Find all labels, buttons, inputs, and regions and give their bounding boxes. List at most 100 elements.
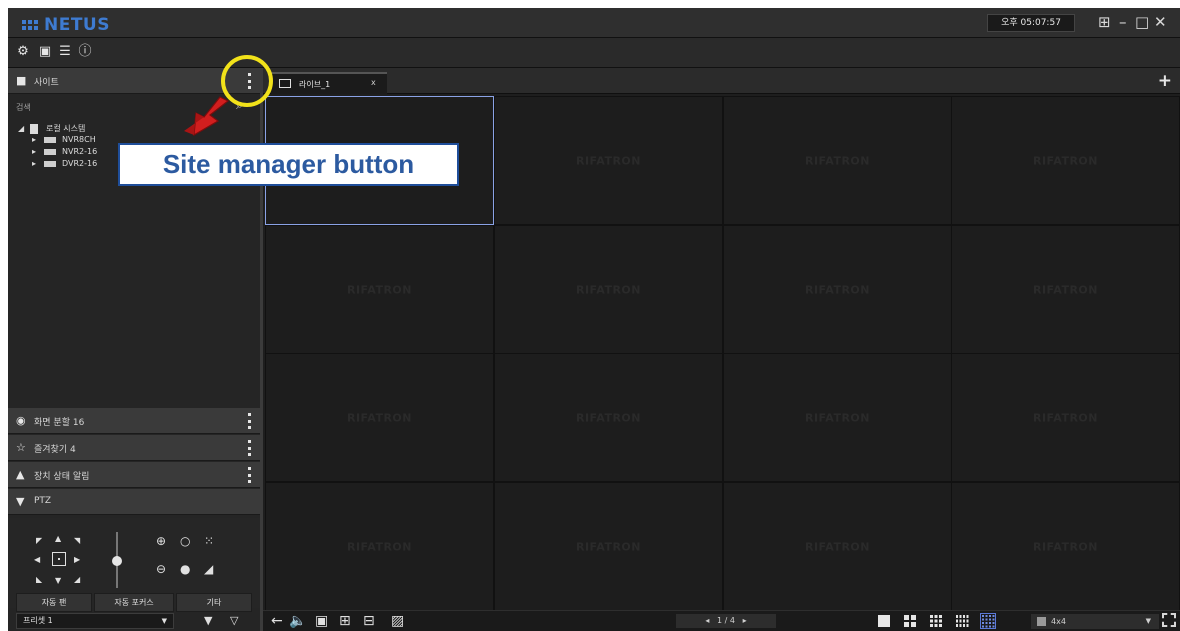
prev-page-icon[interactable]: ◂	[705, 616, 717, 625]
folder-icon: ■	[16, 74, 27, 87]
iris-close-icon[interactable]: ●	[180, 562, 190, 576]
layout-grid-icon	[1037, 617, 1046, 626]
screen-split-panel-header[interactable]: ◉ 화면 분할 16	[8, 408, 260, 434]
pan-up-left-icon[interactable]: ◤	[36, 536, 42, 545]
tab-auto-pan[interactable]: 자동 팬	[16, 593, 92, 612]
page-indicator[interactable]: ◂ 1 / 4 ▸	[676, 614, 776, 628]
video-tile[interactable]: RIFATRON	[723, 225, 952, 354]
layout-select[interactable]: 4x4 ▼	[1031, 614, 1159, 629]
tab-auto-focus[interactable]: 자동 포커스	[94, 593, 174, 612]
ptz-label: PTZ	[34, 496, 52, 506]
sidebar-toggle-icon[interactable]: ←	[271, 612, 283, 630]
video-tile[interactable]: RIFATRON	[494, 353, 723, 482]
video-tile[interactable]: RIFATRON	[265, 353, 494, 482]
layout-4x3-icon[interactable]	[955, 614, 969, 628]
video-tile[interactable]: RIFATRON	[494, 96, 723, 225]
add-tab-button[interactable]: +	[1158, 71, 1172, 91]
tree-root[interactable]: ◢ 로컬 시스템	[18, 123, 97, 135]
speaker-icon[interactable]: 🔈	[289, 612, 306, 630]
favorites-panel-header[interactable]: ☆ 즐겨찾기 4	[8, 435, 260, 461]
ptz-speed-knob[interactable]	[112, 556, 122, 566]
monitor-icon	[279, 79, 291, 88]
tree-device[interactable]: ▸ DVR2-16	[18, 159, 97, 171]
tree-root-label: 로컬 시스템	[46, 124, 86, 133]
minimize-button[interactable]: –	[1119, 13, 1127, 31]
preset-save-icon[interactable]: ▼	[204, 614, 212, 627]
watermark-label: RIFATRON	[346, 540, 412, 553]
fullscreen-icon[interactable]	[1162, 613, 1176, 627]
export-icon[interactable]: ▨	[391, 612, 404, 630]
iris-open-icon[interactable]: ○	[180, 534, 190, 548]
clock-display: 오후 05:07:57	[987, 14, 1075, 32]
device-alert-menu-button[interactable]	[246, 467, 252, 483]
video-tile[interactable]: RIFATRON	[723, 353, 952, 482]
pan-down-left-icon[interactable]: ◣	[36, 575, 42, 584]
watermark-label: RIFATRON	[804, 154, 870, 167]
main-toolbar: ⚙ ▣ ☰ ⓘ	[8, 38, 1180, 68]
watermark-label: RIFATRON	[346, 411, 412, 424]
expand-arrow-icon[interactable]: ▸	[32, 159, 44, 168]
focus-near-icon[interactable]: ◢	[204, 562, 213, 576]
layout-4x4-icon[interactable]	[980, 613, 996, 629]
site-tree: ◢ 로컬 시스템 ▸ NVR8CH ▸ NVR2-16 ▸ DVR2-16	[18, 123, 97, 171]
layout-1x1-icon[interactable]	[877, 614, 891, 628]
sequence-icon[interactable]: ⊞	[339, 612, 351, 630]
preset-select[interactable]: 프리셋 1 ▼	[16, 613, 174, 629]
close-window-button[interactable]: ✕	[1154, 13, 1167, 31]
video-tile[interactable]: RIFATRON	[494, 225, 723, 354]
close-tab-icon[interactable]: x	[371, 78, 376, 87]
layout-edit-icon[interactable]: ⊟	[363, 612, 375, 630]
pan-home-button[interactable]	[52, 552, 66, 566]
pin-window-icon[interactable]: ⊞	[1098, 13, 1111, 31]
watermark-label: RIFATRON	[346, 283, 412, 296]
logo-grid-icon	[22, 20, 38, 30]
video-tile[interactable]: RIFATRON	[951, 225, 1180, 354]
pan-up-right-icon[interactable]: ◥	[74, 536, 80, 545]
tree-device[interactable]: ▸ NVR2-16	[18, 147, 97, 159]
favorites-menu-button[interactable]	[246, 440, 252, 456]
layout-2x2-icon[interactable]	[903, 614, 917, 628]
maximize-button[interactable]: □	[1135, 13, 1149, 31]
eye-icon: ◉	[16, 414, 26, 427]
info-icon[interactable]: ⓘ	[78, 45, 92, 59]
expand-arrow-icon[interactable]: ◢	[18, 124, 30, 133]
video-tile[interactable]: RIFATRON	[951, 482, 1180, 611]
pan-down-icon[interactable]: ▼	[55, 576, 61, 585]
expand-arrow-icon[interactable]: ▸	[32, 147, 44, 156]
view-tab-bar: 라이브_1 x +	[263, 68, 1180, 94]
video-tile[interactable]: RIFATRON	[265, 482, 494, 611]
layout-3x3-icon[interactable]	[929, 614, 943, 628]
pan-left-icon[interactable]: ◀	[34, 555, 40, 564]
video-tile[interactable]: RIFATRON	[723, 96, 952, 225]
chevron-down-icon: ▼	[161, 617, 167, 625]
pan-up-icon[interactable]: ▲	[55, 534, 61, 543]
calendar-icon[interactable]: ▣	[38, 45, 52, 59]
watermark-label: RIFATRON	[804, 411, 870, 424]
system-icon	[30, 123, 38, 134]
zoom-in-icon[interactable]: ⊕	[156, 534, 166, 548]
recorder-icon	[44, 136, 56, 143]
tree-device[interactable]: ▸ NVR8CH	[18, 135, 97, 147]
video-tile[interactable]: RIFATRON	[951, 96, 1180, 225]
watermark-label: RIFATRON	[1032, 411, 1098, 424]
pan-down-right-icon[interactable]: ◢	[74, 575, 80, 584]
device-alert-panel-header[interactable]: ▲ 장치 상태 알림	[8, 462, 260, 488]
tab-live-1[interactable]: 라이브_1 x	[271, 72, 387, 94]
video-tile[interactable]: RIFATRON	[723, 482, 952, 611]
list-icon[interactable]: ☰	[58, 45, 72, 59]
preset-go-icon[interactable]: ▽	[230, 614, 238, 627]
expand-arrow-icon[interactable]: ▸	[32, 135, 44, 144]
snapshot-icon[interactable]: ▣	[315, 612, 328, 630]
ptz-panel-header[interactable]: ▼ PTZ	[8, 489, 260, 515]
video-tile[interactable]: RIFATRON	[951, 353, 1180, 482]
next-page-icon[interactable]: ▸	[735, 616, 747, 625]
tab-etc[interactable]: 기타	[176, 593, 252, 612]
video-tile[interactable]: RIFATRON	[494, 482, 723, 611]
zoom-out-icon[interactable]: ⊖	[156, 562, 166, 576]
video-tile[interactable]: RIFATRON	[265, 225, 494, 354]
gear-icon[interactable]: ⚙	[16, 45, 30, 59]
focus-far-icon[interactable]: ⁙	[204, 534, 214, 548]
watermark-label: RIFATRON	[1032, 283, 1098, 296]
pan-right-icon[interactable]: ▶	[74, 555, 80, 564]
screen-split-menu-button[interactable]	[246, 413, 252, 429]
